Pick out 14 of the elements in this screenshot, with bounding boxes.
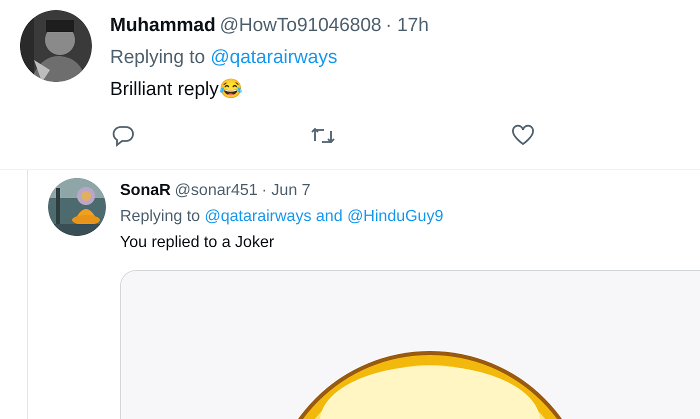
replying-label: Replying to (110, 47, 206, 68)
user-handle: @HowTo91046808 (220, 15, 382, 36)
post-text: You replied to a Joker (120, 233, 276, 253)
post-text: Brilliant reply😂 (110, 78, 244, 102)
user-handle: @sonar451 (174, 182, 258, 199)
mention-link[interactable]: @HinduGuy9 (347, 208, 444, 225)
mention-link[interactable]: @qatarairways (210, 47, 338, 68)
post-time: · 17h (385, 15, 429, 36)
post-time: · Jun 7 (262, 182, 311, 199)
user-name: Muhammad (110, 15, 216, 36)
joiner-text: and (316, 208, 343, 225)
replying-label: Replying to (120, 208, 200, 225)
user-name: SonaR (120, 182, 171, 199)
mention-link[interactable]: @qatarairways (204, 208, 312, 225)
